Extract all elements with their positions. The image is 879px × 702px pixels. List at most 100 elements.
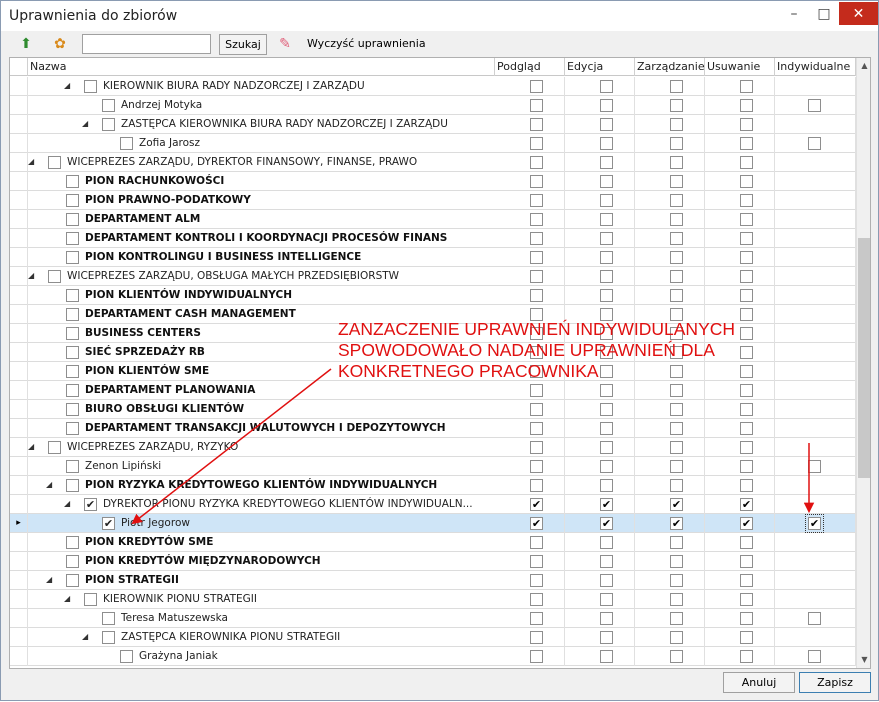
permission-checkbox[interactable] (600, 289, 613, 302)
permission-checkbox[interactable] (600, 270, 613, 283)
permission-checkbox[interactable] (600, 175, 613, 188)
permission-checkbox[interactable] (670, 156, 683, 169)
permission-checkbox[interactable] (600, 441, 613, 454)
row-checkbox[interactable] (66, 555, 79, 568)
permission-checkbox[interactable] (600, 536, 613, 549)
permission-checkbox[interactable]: ✔ (530, 498, 543, 511)
permission-checkbox[interactable] (600, 422, 613, 435)
row-checkbox[interactable] (48, 156, 61, 169)
permission-checkbox[interactable] (670, 232, 683, 245)
permission-checkbox[interactable] (740, 631, 753, 644)
row-checkbox[interactable] (120, 650, 133, 663)
tree-row[interactable]: ◢ KIEROWNIK PIONU STRATEGII (10, 590, 856, 609)
permission-checkbox[interactable] (670, 479, 683, 492)
permission-checkbox[interactable] (670, 593, 683, 606)
permission-checkbox[interactable]: ✔ (600, 498, 613, 511)
permission-checkbox[interactable] (740, 479, 753, 492)
permission-checkbox[interactable] (740, 441, 753, 454)
permission-checkbox[interactable] (670, 213, 683, 226)
permission-checkbox[interactable] (530, 555, 543, 568)
permission-checkbox[interactable] (600, 555, 613, 568)
row-checkbox[interactable] (66, 213, 79, 226)
permission-checkbox[interactable] (600, 650, 613, 663)
permission-checkbox[interactable] (530, 213, 543, 226)
row-checkbox[interactable] (66, 422, 79, 435)
tree-row[interactable]: ◢ WICEPREZES ZARZĄDU, DYREKTOR FINANSOWY,… (10, 153, 856, 172)
row-checkbox[interactable] (102, 631, 115, 644)
row-checkbox[interactable] (102, 118, 115, 131)
tree-row[interactable]: DEPARTAMENT PLANOWANIA (10, 381, 856, 400)
permission-checkbox[interactable] (670, 270, 683, 283)
permission-checkbox[interactable] (740, 270, 753, 283)
tree-row[interactable]: Andrzej Motyka (10, 96, 856, 115)
row-checkbox[interactable] (66, 194, 79, 207)
row-checkbox[interactable] (120, 137, 133, 150)
permission-checkbox[interactable] (740, 365, 753, 378)
permission-checkbox[interactable] (670, 422, 683, 435)
permission-checkbox[interactable] (530, 593, 543, 606)
close-icon[interactable]: ✕ (839, 2, 878, 25)
row-checkbox[interactable] (66, 403, 79, 416)
individual-checkbox[interactable] (808, 137, 821, 150)
tree-row[interactable]: PION RACHUNKOWOŚCI (10, 172, 856, 191)
permission-checkbox[interactable] (740, 194, 753, 207)
column-individual[interactable]: Indywidualne (775, 58, 856, 76)
permission-checkbox[interactable] (530, 479, 543, 492)
permission-checkbox[interactable] (600, 460, 613, 473)
permission-checkbox[interactable] (530, 441, 543, 454)
tree-row[interactable]: PION KLIENTÓW INDYWIDUALNYCH (10, 286, 856, 305)
tree-row[interactable]: Zenon Lipiński (10, 457, 856, 476)
expand-toggle-icon[interactable]: ◢ (82, 632, 88, 641)
individual-checkbox[interactable] (808, 650, 821, 663)
permission-checkbox[interactable] (740, 308, 753, 321)
scroll-down-icon[interactable]: ▼ (857, 652, 870, 668)
permission-checkbox[interactable] (530, 384, 543, 397)
individual-checkbox[interactable]: ✔ (805, 514, 824, 533)
search-input[interactable] (82, 34, 211, 54)
row-checkbox[interactable]: ✔ (102, 517, 115, 530)
permission-checkbox[interactable] (600, 137, 613, 150)
permission-checkbox[interactable] (670, 251, 683, 264)
expand-all-icon[interactable]: ⬆ (17, 35, 35, 53)
maximize-icon[interactable]: □ (809, 1, 839, 27)
permission-checkbox[interactable] (600, 232, 613, 245)
individual-checkbox[interactable] (808, 612, 821, 625)
permission-checkbox[interactable] (670, 80, 683, 93)
row-checkbox[interactable] (66, 536, 79, 549)
search-button[interactable]: Szukaj (219, 34, 267, 55)
permission-checkbox[interactable] (530, 631, 543, 644)
row-checkbox[interactable] (66, 365, 79, 378)
row-checkbox[interactable] (102, 99, 115, 112)
permission-checkbox[interactable] (740, 327, 753, 340)
expand-toggle-icon[interactable]: ◢ (64, 594, 70, 603)
permission-checkbox[interactable] (740, 555, 753, 568)
row-checkbox[interactable]: ✔ (84, 498, 97, 511)
permission-checkbox[interactable] (740, 460, 753, 473)
tree-row[interactable]: PION KREDYTÓW SME (10, 533, 856, 552)
row-checkbox[interactable] (102, 612, 115, 625)
tree-row[interactable]: DEPARTAMENT KONTROLI I KOORDYNACJI PROCE… (10, 229, 856, 248)
permission-checkbox[interactable] (740, 289, 753, 302)
permission-checkbox[interactable] (740, 593, 753, 606)
permission-checkbox[interactable] (530, 251, 543, 264)
tree-row[interactable]: Zofia Jarosz (10, 134, 856, 153)
permission-checkbox[interactable] (600, 479, 613, 492)
permission-checkbox[interactable] (530, 403, 543, 416)
permission-checkbox[interactable] (740, 536, 753, 549)
permission-checkbox[interactable] (740, 422, 753, 435)
permission-checkbox[interactable] (740, 346, 753, 359)
permission-checkbox[interactable] (530, 194, 543, 207)
tree-row[interactable]: ◢ KIEROWNIK BIURA RADY NADZORCZEJ I ZARZĄ… (10, 77, 856, 96)
permission-checkbox[interactable] (670, 118, 683, 131)
expand-toggle-icon[interactable]: ◢ (46, 480, 52, 489)
tree-row[interactable]: DEPARTAMENT TRANSAKCJI WALUTOWYCH I DEPO… (10, 419, 856, 438)
permission-checkbox[interactable] (530, 175, 543, 188)
permission-checkbox[interactable] (600, 384, 613, 397)
permission-checkbox[interactable] (670, 460, 683, 473)
permission-checkbox[interactable] (670, 384, 683, 397)
permission-checkbox[interactable] (740, 80, 753, 93)
permission-checkbox[interactable] (600, 612, 613, 625)
permission-checkbox[interactable] (600, 403, 613, 416)
permission-checkbox[interactable] (740, 118, 753, 131)
vertical-scrollbar[interactable]: ▲ ▼ (856, 58, 870, 668)
